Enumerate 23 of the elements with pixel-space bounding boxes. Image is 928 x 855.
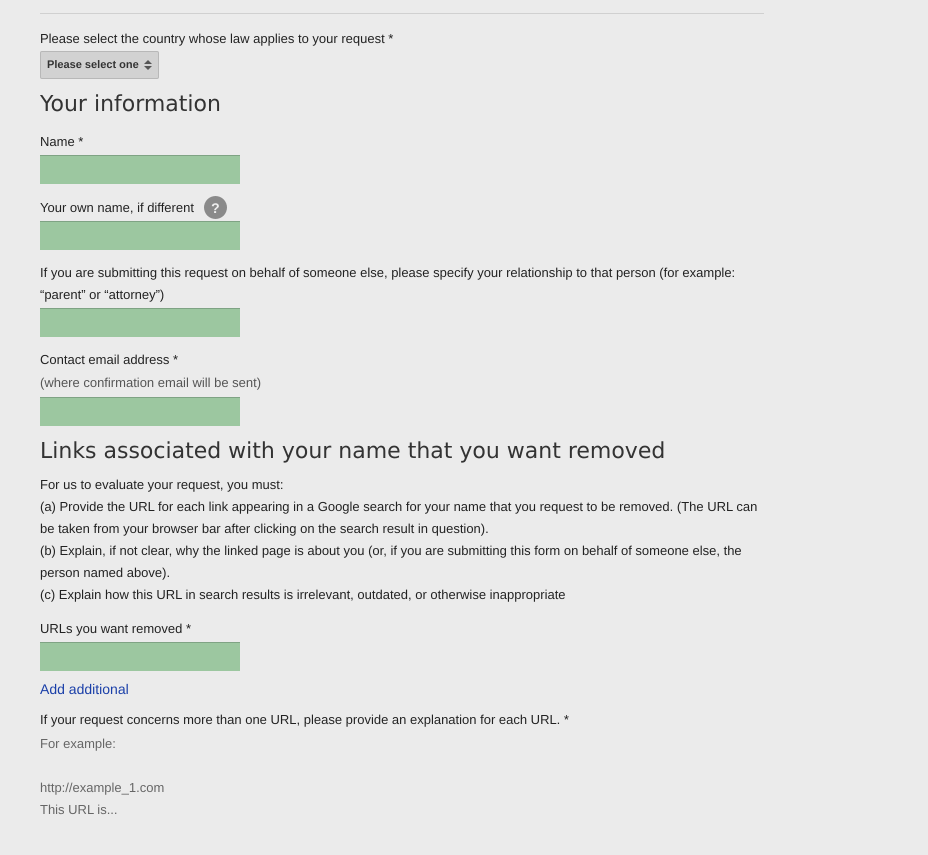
input-field[interactable] xyxy=(40,308,240,337)
field-hint: (where confirmation email will be sent) xyxy=(40,374,262,392)
input-field[interactable] xyxy=(40,221,240,250)
field-label: Contact email address * xyxy=(40,351,178,369)
explanation-field[interactable]: For example: http://example_1.com This URL is... xyxy=(40,733,640,833)
field-label: If your request concerns more than one URL, please provide an explanation for each URL. * xyxy=(40,711,569,729)
instruction-text: For us to evaluate your request, you must: xyxy=(40,476,285,494)
input-field[interactable] xyxy=(40,397,240,426)
field-label: Name * xyxy=(40,133,84,151)
field-label: URLs you want removed * xyxy=(40,620,192,638)
country-select[interactable]: Please select one xyxy=(40,51,159,79)
instruction-text: (a) Provide the URL for each link appearing in a Google search for your name that you request to be removed. (The URL can be taken from your browser bar after clicking on the search result in question). xyxy=(40,498,758,538)
section-heading: Links associated with your name that you want removed xyxy=(40,438,666,466)
input-field[interactable] xyxy=(40,155,240,184)
add-additional-link[interactable]: Add additional xyxy=(40,679,129,699)
instruction-text: (c) Explain how this URL in search results is irrelevant, outdated, or otherwise inappropriate xyxy=(40,586,567,604)
up-down-caret-icon xyxy=(144,60,152,70)
instruction-text: (b) Explain, if not clear, why the linked page is about you (or, if you are submitting this form on behalf of someone else, the person named above). xyxy=(40,542,743,582)
field-label: Your own name, if different xyxy=(40,198,194,216)
field-label: Please select the country whose law applies to your request * xyxy=(40,30,394,48)
section-heading: Your information xyxy=(40,91,222,119)
field-label: If you are submitting this request on behalf of someone else, please specify your relationship to that person (for example: “parent” or “attorney”) xyxy=(40,264,736,304)
input-field[interactable] xyxy=(40,642,240,671)
